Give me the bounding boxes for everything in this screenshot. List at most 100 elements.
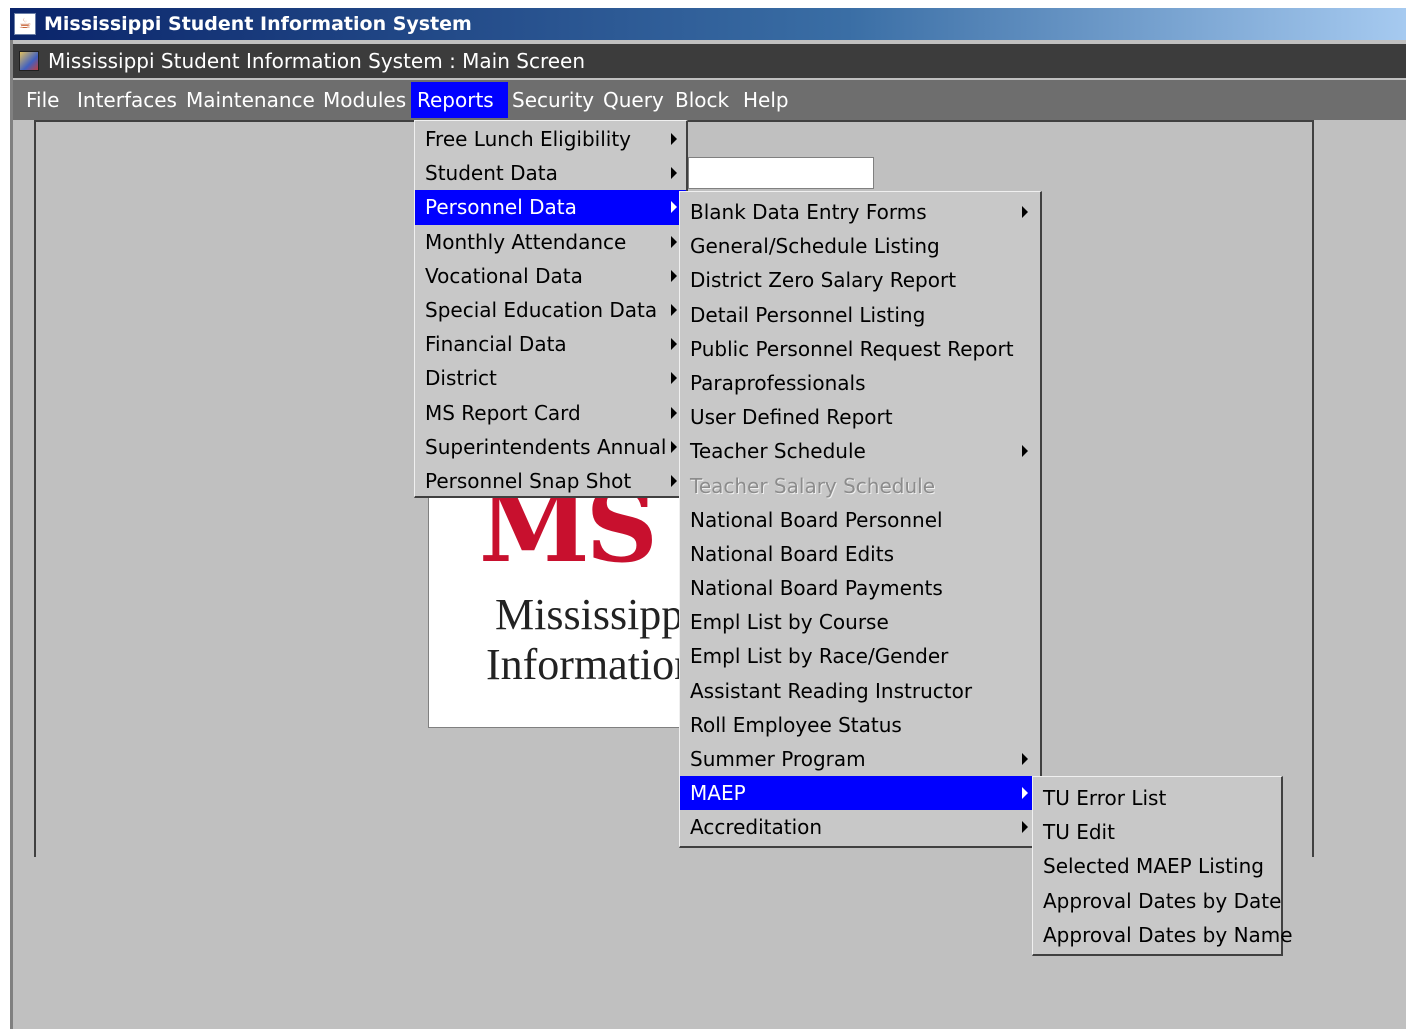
menuitem-maep[interactable]: MAEP — [680, 776, 1040, 811]
menuitem-label: National Board Personnel — [690, 507, 943, 532]
menuitem-financial-data[interactable]: Financial Data — [415, 327, 686, 361]
menuitem-personnel-data[interactable]: Personnel Data — [415, 190, 686, 225]
menuitem-label: General/Schedule Listing — [690, 234, 940, 259]
menuitem-public-personnel-request-report[interactable]: Public Personnel Request Report — [680, 332, 1040, 366]
menuitem-assistant-reading-instructor[interactable]: Assistant Reading Instructor — [680, 674, 1040, 708]
maep-menu: TU Error List TU Edit Selected MAEP List… — [1032, 776, 1293, 956]
menu-interfaces[interactable]: Interfaces — [71, 82, 183, 118]
menuitem-label: Monthly Attendance — [425, 229, 627, 254]
menuitem-superintendents-annual[interactable]: Superintendents Annual — [415, 430, 686, 464]
menuitem-label: Student Data — [425, 161, 558, 186]
submenu-arrow-icon — [671, 406, 677, 419]
menuitem-ms-report-card[interactable]: MS Report Card — [415, 396, 686, 430]
submenu-arrow-icon — [671, 338, 677, 351]
submenu-arrow-icon — [671, 474, 677, 487]
submenu-arrow-icon — [671, 133, 677, 145]
menuitem-user-defined-report[interactable]: User Defined Report — [680, 400, 1040, 434]
menuitem-student-data[interactable]: Student Data — [415, 156, 686, 190]
submenu-arrow-icon — [671, 303, 677, 316]
menuitem-label: Superintendents Annual — [425, 434, 667, 459]
window-titlebar[interactable]: ☕ Mississippi Student Information System — [10, 8, 1406, 40]
menuitem-label: Vocational Data — [425, 263, 583, 288]
menuitem-roll-employee-status[interactable]: Roll Employee Status — [680, 708, 1040, 742]
inner-window-title: Mississippi Student Information System :… — [48, 49, 586, 73]
menuitem-label: Selected MAEP Listing — [1043, 854, 1264, 879]
menuitem-national-board-edits[interactable]: National Board Edits — [680, 537, 1040, 571]
menuitem-empl-list-by-course[interactable]: Empl List by Course — [680, 605, 1040, 639]
menuitem-paraprofessionals[interactable]: Paraprofessionals — [680, 366, 1040, 400]
logo-mark: MS — [479, 496, 658, 585]
menuitem-empl-list-by-race-gender[interactable]: Empl List by Race/Gender — [680, 639, 1040, 673]
menuitem-label: Teacher Schedule — [690, 439, 866, 464]
menuitem-label: District — [425, 366, 497, 391]
menuitem-free-lunch-eligibility[interactable]: Free Lunch Eligibility — [415, 122, 686, 156]
menuitem-general-schedule-listing[interactable]: General/Schedule Listing — [680, 229, 1040, 263]
menuitem-label: Teacher Salary Schedule — [690, 473, 936, 498]
menuitem-special-education-data[interactable]: Special Education Data — [415, 293, 686, 327]
mis-logo: MS Mississippi Information — [428, 496, 688, 728]
submenu-arrow-icon — [671, 372, 677, 385]
screen-top-edge — [0, 0, 1406, 8]
submenu-arrow-icon — [671, 201, 677, 214]
menuitem-label: Special Education Data — [425, 297, 658, 322]
menuitem-label: Financial Data — [425, 332, 567, 357]
personnel-data-menu: Blank Data Entry Forms General/Schedule … — [679, 191, 1042, 848]
menuitem-label: Paraprofessionals — [690, 370, 866, 395]
menuitem-label: National Board Edits — [690, 541, 894, 566]
submenu-arrow-icon — [1022, 787, 1028, 800]
submenu-arrow-icon — [671, 269, 677, 282]
screen-left-edge — [0, 0, 10, 1029]
logo-line2: Information — [486, 640, 688, 689]
menu-help[interactable]: Help — [737, 82, 795, 118]
submenu-arrow-icon — [1022, 821, 1028, 834]
oracle-forms-icon — [19, 51, 39, 71]
menuitem-national-board-personnel[interactable]: National Board Personnel — [680, 503, 1040, 537]
menu-block[interactable]: Block — [669, 82, 735, 118]
menuitem-approval-dates-by-name[interactable]: Approval Dates by Name — [1033, 918, 1293, 952]
menuitem-detail-personnel-listing[interactable]: Detail Personnel Listing — [680, 298, 1040, 332]
menuitem-label: TU Error List — [1043, 786, 1167, 810]
window-title: Mississippi Student Information System — [44, 13, 472, 35]
menuitem-label: User Defined Report — [690, 405, 893, 430]
logo-line1: Mississippi — [495, 590, 688, 639]
submenu-arrow-icon — [1022, 206, 1028, 218]
menuitem-label: Empl List by Course — [690, 610, 889, 635]
inner-window-titlebar[interactable]: Mississippi Student Information System :… — [13, 44, 1406, 78]
menuitem-label: Detail Personnel Listing — [690, 302, 926, 327]
menu-maintenance[interactable]: Maintenance — [180, 82, 321, 118]
menuitem-summer-program[interactable]: Summer Program — [680, 742, 1040, 776]
menuitem-label: Empl List by Race/Gender — [690, 644, 949, 669]
reports-menu: Free Lunch Eligibility Student Data Pers… — [414, 120, 688, 498]
menuitem-selected-maep-listing[interactable]: Selected MAEP Listing — [1033, 849, 1281, 883]
menuitem-monthly-attendance[interactable]: Monthly Attendance — [415, 225, 686, 259]
menuitem-vocational-data[interactable]: Vocational Data — [415, 259, 686, 293]
menuitem-label: Blank Data Entry Forms — [690, 200, 927, 224]
menuitem-district[interactable]: District — [415, 361, 686, 395]
menu-reports[interactable]: Reports — [411, 82, 508, 118]
menuitem-teacher-schedule[interactable]: Teacher Schedule — [680, 434, 1040, 468]
menu-file[interactable]: File — [20, 82, 65, 118]
menuitem-national-board-payments[interactable]: National Board Payments — [680, 571, 1040, 605]
submenu-arrow-icon — [671, 440, 677, 453]
menuitem-label: Public Personnel Request Report — [690, 336, 1014, 361]
menuitem-label: Personnel Snap Shot — [425, 468, 632, 493]
menu-security[interactable]: Security — [506, 82, 600, 118]
menuitem-tu-error-list[interactable]: TU Error List — [1033, 781, 1281, 815]
java-app-icon: ☕ — [14, 13, 36, 35]
menuitem-personnel-snap-shot[interactable]: Personnel Snap Shot — [415, 464, 686, 498]
menuitem-accreditation[interactable]: Accreditation — [680, 810, 1040, 844]
menuitem-label: MS Report Card — [425, 400, 581, 425]
menuitem-district-zero-salary-report[interactable]: District Zero Salary Report — [680, 263, 1040, 297]
window-left-border — [10, 40, 13, 1029]
menuitem-blank-data-entry-forms[interactable]: Blank Data Entry Forms — [680, 195, 1040, 229]
submenu-arrow-icon — [1022, 753, 1028, 765]
menuitem-label: Personnel Data — [425, 195, 577, 220]
submenu-arrow-icon — [671, 167, 677, 180]
menuitem-approval-dates-by-date[interactable]: Approval Dates by Date — [1033, 884, 1281, 918]
canvas-text-field[interactable] — [688, 157, 874, 189]
menu-modules[interactable]: Modules — [317, 82, 412, 118]
menuitem-label: Assistant Reading Instructor — [690, 678, 973, 703]
menuitem-label: Accreditation — [690, 815, 823, 840]
menuitem-tu-edit[interactable]: TU Edit — [1033, 815, 1281, 849]
menu-query[interactable]: Query — [597, 82, 670, 118]
